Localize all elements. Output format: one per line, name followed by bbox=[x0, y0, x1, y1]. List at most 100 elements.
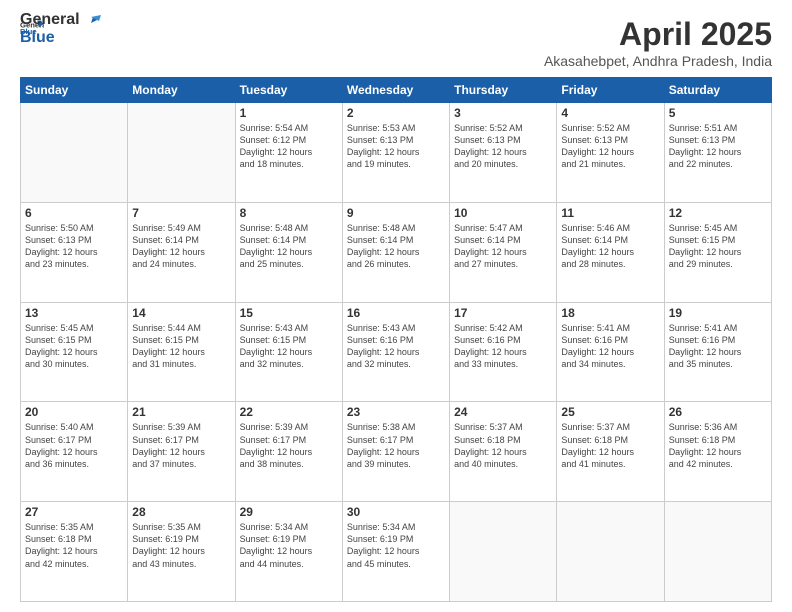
logo-general: General bbox=[20, 11, 80, 28]
day-number: 27 bbox=[25, 505, 123, 519]
calendar-cell: 20Sunrise: 5:40 AM Sunset: 6:17 PM Dayli… bbox=[21, 402, 128, 502]
calendar-cell: 17 Sunrise: 5:42 AM Sunset: 6:16 PM Dayli… bbox=[450, 302, 557, 402]
calendar-cell: 26 Sunrise: 5:36 AM Sunset: 6:18 PM Dayli… bbox=[664, 402, 771, 502]
day-info: Sunrise: 5:35 AM Sunset: 6:19 PM Dayligh… bbox=[132, 521, 230, 570]
weekday-header-saturday: Saturday bbox=[664, 78, 771, 103]
calendar-cell: 21Sunrise: 5:39 AM Sunset: 6:17 PM Dayli… bbox=[128, 402, 235, 502]
calendar-cell: 23 Sunrise: 5:38 AM Sunset: 6:17 PM Dayli… bbox=[342, 402, 449, 502]
day-info: Sunrise: 5:41 AM Sunset: 6:16 PM Dayligh… bbox=[561, 322, 659, 371]
calendar-cell: 16 Sunrise: 5:43 AM Sunset: 6:16 PM Dayli… bbox=[342, 302, 449, 402]
calendar-cell: 2 Sunrise: 5:53 AM Sunset: 6:13 PM Daylig… bbox=[342, 103, 449, 203]
day-info: Sunrise: 5:37 AM Sunset: 6:18 PM Dayligh… bbox=[454, 421, 552, 470]
calendar-cell: 13 Sunrise: 5:45 AM Sunset: 6:15 PM Dayli… bbox=[21, 302, 128, 402]
calendar-cell bbox=[21, 103, 128, 203]
day-number: 6 bbox=[25, 206, 123, 220]
week-row-3: 13 Sunrise: 5:45 AM Sunset: 6:15 PM Dayli… bbox=[21, 302, 772, 402]
day-info: Sunrise: 5:48 AM Sunset: 6:14 PM Dayligh… bbox=[347, 222, 445, 271]
day-info: Sunrise: 5:50 AM Sunset: 6:13 PM Dayligh… bbox=[25, 222, 123, 271]
calendar-cell: 3 Sunrise: 5:52 AM Sunset: 6:13 PM Daylig… bbox=[450, 103, 557, 203]
day-number: 7 bbox=[132, 206, 230, 220]
day-number: 8 bbox=[240, 206, 338, 220]
day-number: 23 bbox=[347, 405, 445, 419]
calendar-title: April 2025 bbox=[544, 16, 772, 53]
day-info: Sunrise: 5:40 AM Sunset: 6:17 PM Dayligh… bbox=[25, 421, 123, 470]
day-info: Sunrise: 5:45 AM Sunset: 6:15 PM Dayligh… bbox=[25, 322, 123, 371]
day-number: 17 bbox=[454, 306, 552, 320]
week-row-1: 1Sunrise: 5:54 AM Sunset: 6:12 PM Daylig… bbox=[21, 103, 772, 203]
day-info: Sunrise: 5:38 AM Sunset: 6:17 PM Dayligh… bbox=[347, 421, 445, 470]
weekday-header-sunday: Sunday bbox=[21, 78, 128, 103]
calendar-cell: 6 Sunrise: 5:50 AM Sunset: 6:13 PM Daylig… bbox=[21, 202, 128, 302]
day-info: Sunrise: 5:52 AM Sunset: 6:13 PM Dayligh… bbox=[454, 122, 552, 171]
day-number: 25 bbox=[561, 405, 659, 419]
calendar-cell: 5Sunrise: 5:51 AM Sunset: 6:13 PM Daylig… bbox=[664, 103, 771, 203]
day-info: Sunrise: 5:41 AM Sunset: 6:16 PM Dayligh… bbox=[669, 322, 767, 371]
day-number: 26 bbox=[669, 405, 767, 419]
day-info: Sunrise: 5:42 AM Sunset: 6:16 PM Dayligh… bbox=[454, 322, 552, 371]
day-number: 15 bbox=[240, 306, 338, 320]
day-info: Sunrise: 5:34 AM Sunset: 6:19 PM Dayligh… bbox=[347, 521, 445, 570]
day-number: 16 bbox=[347, 306, 445, 320]
day-number: 9 bbox=[347, 206, 445, 220]
day-number: 29 bbox=[240, 505, 338, 519]
calendar-cell: 14 Sunrise: 5:44 AM Sunset: 6:15 PM Dayli… bbox=[128, 302, 235, 402]
day-number: 1 bbox=[240, 106, 338, 120]
day-info: Sunrise: 5:43 AM Sunset: 6:16 PM Dayligh… bbox=[347, 322, 445, 371]
day-number: 22 bbox=[240, 405, 338, 419]
calendar-cell: 11 Sunrise: 5:46 AM Sunset: 6:14 PM Dayli… bbox=[557, 202, 664, 302]
calendar-cell bbox=[128, 103, 235, 203]
calendar-cell: 25 Sunrise: 5:37 AM Sunset: 6:18 PM Dayli… bbox=[557, 402, 664, 502]
day-info: Sunrise: 5:49 AM Sunset: 6:14 PM Dayligh… bbox=[132, 222, 230, 271]
calendar-subtitle: Akasahebpet, Andhra Pradesh, India bbox=[544, 53, 772, 69]
day-info: Sunrise: 5:45 AM Sunset: 6:15 PM Dayligh… bbox=[669, 222, 767, 271]
logo-bird-icon bbox=[81, 13, 103, 27]
day-number: 28 bbox=[132, 505, 230, 519]
calendar-cell: 9 Sunrise: 5:48 AM Sunset: 6:14 PM Daylig… bbox=[342, 202, 449, 302]
day-number: 4 bbox=[561, 106, 659, 120]
day-info: Sunrise: 5:48 AM Sunset: 6:14 PM Dayligh… bbox=[240, 222, 338, 271]
calendar-cell: 29 Sunrise: 5:34 AM Sunset: 6:19 PM Dayli… bbox=[235, 502, 342, 602]
weekday-header-tuesday: Tuesday bbox=[235, 78, 342, 103]
calendar-cell: 24 Sunrise: 5:37 AM Sunset: 6:18 PM Dayli… bbox=[450, 402, 557, 502]
day-info: Sunrise: 5:39 AM Sunset: 6:17 PM Dayligh… bbox=[132, 421, 230, 470]
weekday-header-friday: Friday bbox=[557, 78, 664, 103]
day-number: 12 bbox=[669, 206, 767, 220]
day-info: Sunrise: 5:34 AM Sunset: 6:19 PM Dayligh… bbox=[240, 521, 338, 570]
day-number: 14 bbox=[132, 306, 230, 320]
day-info: Sunrise: 5:37 AM Sunset: 6:18 PM Dayligh… bbox=[561, 421, 659, 470]
day-number: 10 bbox=[454, 206, 552, 220]
logo-blue: Blue bbox=[20, 29, 55, 46]
calendar-cell: 10 Sunrise: 5:47 AM Sunset: 6:14 PM Dayli… bbox=[450, 202, 557, 302]
day-number: 24 bbox=[454, 405, 552, 419]
day-info: Sunrise: 5:53 AM Sunset: 6:13 PM Dayligh… bbox=[347, 122, 445, 171]
page: General Blue General Blue April 2025 Aka… bbox=[0, 0, 792, 612]
calendar-body: 1Sunrise: 5:54 AM Sunset: 6:12 PM Daylig… bbox=[21, 103, 772, 602]
week-row-2: 6 Sunrise: 5:50 AM Sunset: 6:13 PM Daylig… bbox=[21, 202, 772, 302]
calendar-cell bbox=[450, 502, 557, 602]
weekday-header-wednesday: Wednesday bbox=[342, 78, 449, 103]
day-number: 18 bbox=[561, 306, 659, 320]
day-number: 13 bbox=[25, 306, 123, 320]
day-info: Sunrise: 5:36 AM Sunset: 6:18 PM Dayligh… bbox=[669, 421, 767, 470]
day-info: Sunrise: 5:51 AM Sunset: 6:13 PM Dayligh… bbox=[669, 122, 767, 171]
calendar-header: SundayMondayTuesdayWednesdayThursdayFrid… bbox=[21, 78, 772, 103]
day-number: 19 bbox=[669, 306, 767, 320]
week-row-4: 20Sunrise: 5:40 AM Sunset: 6:17 PM Dayli… bbox=[21, 402, 772, 502]
day-number: 11 bbox=[561, 206, 659, 220]
calendar-cell: 15 Sunrise: 5:43 AM Sunset: 6:15 PM Dayli… bbox=[235, 302, 342, 402]
day-number: 30 bbox=[347, 505, 445, 519]
title-block: April 2025 Akasahebpet, Andhra Pradesh, … bbox=[544, 16, 772, 69]
calendar-cell: 19 Sunrise: 5:41 AM Sunset: 6:16 PM Dayli… bbox=[664, 302, 771, 402]
weekday-header-row: SundayMondayTuesdayWednesdayThursdayFrid… bbox=[21, 78, 772, 103]
day-number: 2 bbox=[347, 106, 445, 120]
calendar-cell: 27 Sunrise: 5:35 AM Sunset: 6:18 PM Dayli… bbox=[21, 502, 128, 602]
day-info: Sunrise: 5:44 AM Sunset: 6:15 PM Dayligh… bbox=[132, 322, 230, 371]
calendar-cell bbox=[664, 502, 771, 602]
calendar-cell: 18 Sunrise: 5:41 AM Sunset: 6:16 PM Dayli… bbox=[557, 302, 664, 402]
day-info: Sunrise: 5:35 AM Sunset: 6:18 PM Dayligh… bbox=[25, 521, 123, 570]
day-number: 3 bbox=[454, 106, 552, 120]
day-info: Sunrise: 5:43 AM Sunset: 6:15 PM Dayligh… bbox=[240, 322, 338, 371]
weekday-header-thursday: Thursday bbox=[450, 78, 557, 103]
day-info: Sunrise: 5:47 AM Sunset: 6:14 PM Dayligh… bbox=[454, 222, 552, 271]
day-info: Sunrise: 5:46 AM Sunset: 6:14 PM Dayligh… bbox=[561, 222, 659, 271]
